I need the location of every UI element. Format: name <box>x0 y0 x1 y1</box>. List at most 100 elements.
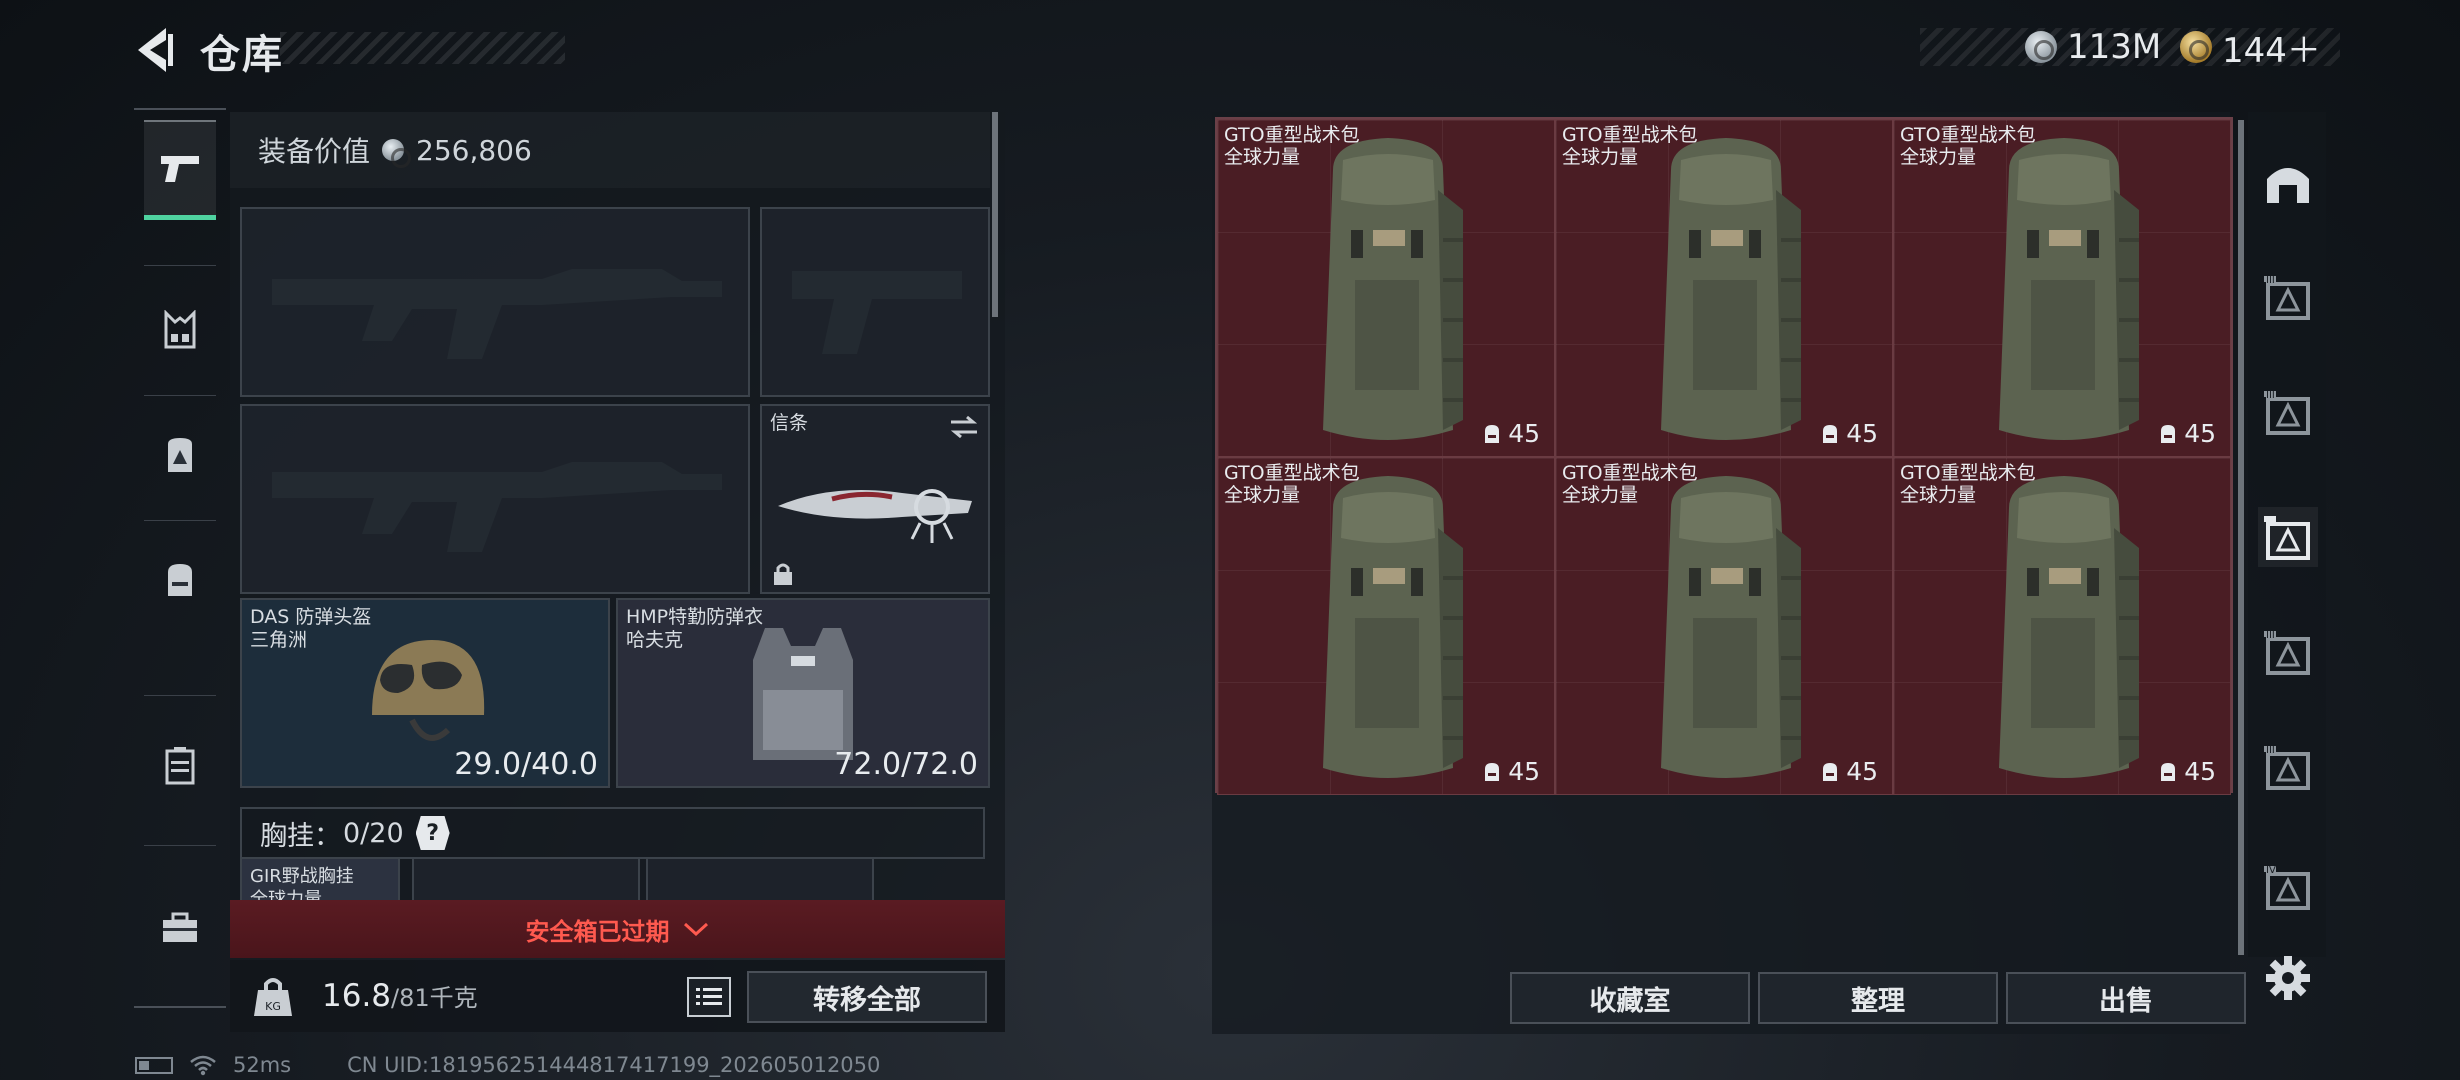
sell-button[interactable]: 出售 <box>2006 972 2246 1024</box>
swap-icon[interactable] <box>947 414 981 440</box>
helmet-faction: 三角洲 <box>250 629 308 651</box>
storage-item-count: 45 <box>2158 757 2216 786</box>
storage-scrollbar[interactable] <box>2238 120 2244 955</box>
container-3-icon: III <box>2264 390 2310 435</box>
storage-item-count-value: 45 <box>1846 419 1878 448</box>
silver-amount: 113M <box>2067 27 2162 67</box>
collection-room-button[interactable]: 收藏室 <box>1510 972 1750 1024</box>
equipment-panel: 装备价值 256,806 信条 DAS 防弹头盔 三角洲 29.0/40.0 H… <box>230 112 1005 907</box>
rail-item-chest-rig[interactable] <box>144 280 216 380</box>
storage-item-count-value: 45 <box>1508 757 1540 786</box>
sidearm-slot[interactable] <box>760 207 990 397</box>
storage-item-count-value: 45 <box>2184 419 2216 448</box>
helmet-slot[interactable]: DAS 防弹头盔 三角洲 29.0/40.0 <box>240 598 610 788</box>
rail-item-backpack-equip[interactable] <box>144 405 216 505</box>
melee-slot[interactable]: 信条 <box>760 404 990 594</box>
weight-icon: KG <box>254 978 292 1016</box>
rail-item-backpack[interactable] <box>144 530 216 630</box>
storage-item-labels: GTO重型战术包 全球力量 <box>1900 462 2036 506</box>
tactical-backpack-icon <box>1999 476 2139 778</box>
rail-divider <box>144 265 216 266</box>
storage-item[interactable]: GTO重型战术包 全球力量 45 <box>1555 119 1893 457</box>
container-rail-item[interactable]: III <box>2258 267 2318 327</box>
rail-divider <box>144 695 216 696</box>
lock-icon <box>774 563 792 585</box>
container-4-icon: IV <box>2264 865 2310 910</box>
container-rail-item[interactable] <box>2258 507 2318 567</box>
rail-divider <box>144 395 216 396</box>
storage-panel: GTO重型战术包 全球力量 45 GTO重型战术包 全球力量 45 GTO重型战… <box>1212 112 2233 1034</box>
back-arrow-icon[interactable] <box>130 22 186 78</box>
safebox-expired-banner[interactable]: 安全箱已过期 <box>230 900 1005 958</box>
storage-item[interactable]: GTO重型战术包 全球力量 45 <box>1893 119 2231 457</box>
storage-item[interactable]: GTO重型战术包 全球力量 45 <box>1555 457 1893 795</box>
storage-item-faction: 全球力量 <box>1562 146 1639 168</box>
chevron-down-icon <box>683 922 708 937</box>
storage-item-labels: GTO重型战术包 全球力量 <box>1562 124 1698 168</box>
container-tier: III <box>2266 275 2275 286</box>
title-stripes <box>280 32 565 64</box>
shelter-icon <box>2267 168 2309 203</box>
equipment-value-label: 装备价值 <box>258 135 371 168</box>
weight-readout: 16.8/81千克 <box>322 978 478 1014</box>
container-tier: IV <box>2266 865 2276 876</box>
helmet-durability: 29.0/40.0 <box>454 747 598 782</box>
primary-weapon-slot-1[interactable] <box>240 207 750 397</box>
rail-item-weapons[interactable] <box>144 120 216 220</box>
container-active-icon <box>2264 516 2310 560</box>
capacity-bag-icon <box>1485 762 1500 781</box>
storage-item-count-value: 45 <box>1508 419 1540 448</box>
rifle-silhouette-icon <box>272 462 722 552</box>
storage-item-labels: GTO重型战术包 全球力量 <box>1224 124 1360 168</box>
storage-item-count: 45 <box>1820 757 1878 786</box>
weight-max: /81千克 <box>391 984 478 1012</box>
container-rail-item[interactable]: III <box>2258 737 2318 797</box>
case-icon <box>165 747 195 785</box>
storage-item[interactable]: GTO重型战术包 全球力量 45 <box>1217 457 1555 795</box>
armor-slot[interactable]: HMP特勤防弹衣 哈夫克 72.0/72.0 <box>616 598 990 788</box>
ping-value: 52ms <box>233 1053 292 1077</box>
storage-item-name: GTO重型战术包 <box>1900 462 2036 484</box>
storage-item-count-value: 45 <box>1846 757 1878 786</box>
container-rail-item[interactable]: III <box>2258 622 2318 682</box>
armor-faction: 哈夫克 <box>626 629 684 651</box>
container-rail-item[interactable]: IV <box>2258 857 2318 917</box>
primary-weapon-slot-2[interactable] <box>240 404 750 594</box>
storage-item-name: GTO重型战术包 <box>1224 124 1360 146</box>
weight-current: 16.8 <box>322 978 392 1014</box>
weight-bar: KG 16.8/81千克 转移全部 <box>230 960 1005 1032</box>
tactical-backpack-icon <box>1999 138 2139 440</box>
container-rail-item[interactable]: III <box>2258 382 2318 442</box>
equipment-scrollbar[interactable] <box>992 112 998 317</box>
container-3-icon: III <box>2264 745 2310 790</box>
storage-item-labels: GTO重型战术包 全球力量 <box>1562 462 1698 506</box>
helmet-labels: DAS 防弹头盔 三角洲 <box>250 606 371 652</box>
backpack-icon <box>168 564 192 596</box>
help-icon[interactable]: ? <box>415 816 450 850</box>
tactical-backpack-icon <box>1323 476 1463 778</box>
page-title: 仓库 <box>200 32 284 78</box>
tactical-backpack-icon <box>1661 476 1801 778</box>
container-3-icon: III <box>2264 630 2310 675</box>
gold-amount: 144＋ <box>2222 30 2321 71</box>
equipment-value-amount: 256,806 <box>416 133 532 167</box>
rail-item-toolbox[interactable] <box>144 878 216 978</box>
transfer-all-button[interactable]: 转移全部 <box>747 971 987 1023</box>
container-tier: III <box>2266 745 2275 756</box>
pistol-silhouette-icon <box>792 271 962 354</box>
storage-item-faction: 全球力量 <box>1900 484 1977 506</box>
storage-item-labels: GTO重型战术包 全球力量 <box>1224 462 1360 506</box>
storage-item[interactable]: GTO重型战术包 全球力量 45 <box>1217 119 1555 457</box>
wifi-icon <box>190 1055 216 1076</box>
status-footer: 52ms CN UID:18195625144481741719​9_20260… <box>135 1052 880 1078</box>
storage-item[interactable]: GTO重型战术包 全球力量 45 <box>1893 457 2231 795</box>
organize-button[interactable]: 整理 <box>1758 972 1998 1024</box>
list-view-button[interactable] <box>687 977 731 1017</box>
silver-currency[interactable]: 113M <box>2025 24 2161 70</box>
gear-icon[interactable] <box>2262 952 2314 1004</box>
container-rail-item[interactable] <box>2258 152 2318 212</box>
rail-item-case[interactable] <box>144 715 216 815</box>
gold-currency[interactable]: 144＋ <box>2180 24 2321 71</box>
storage-item-count: 45 <box>1482 757 1540 786</box>
chest-rig-item-name: GIR野战胸挂 <box>250 866 354 887</box>
